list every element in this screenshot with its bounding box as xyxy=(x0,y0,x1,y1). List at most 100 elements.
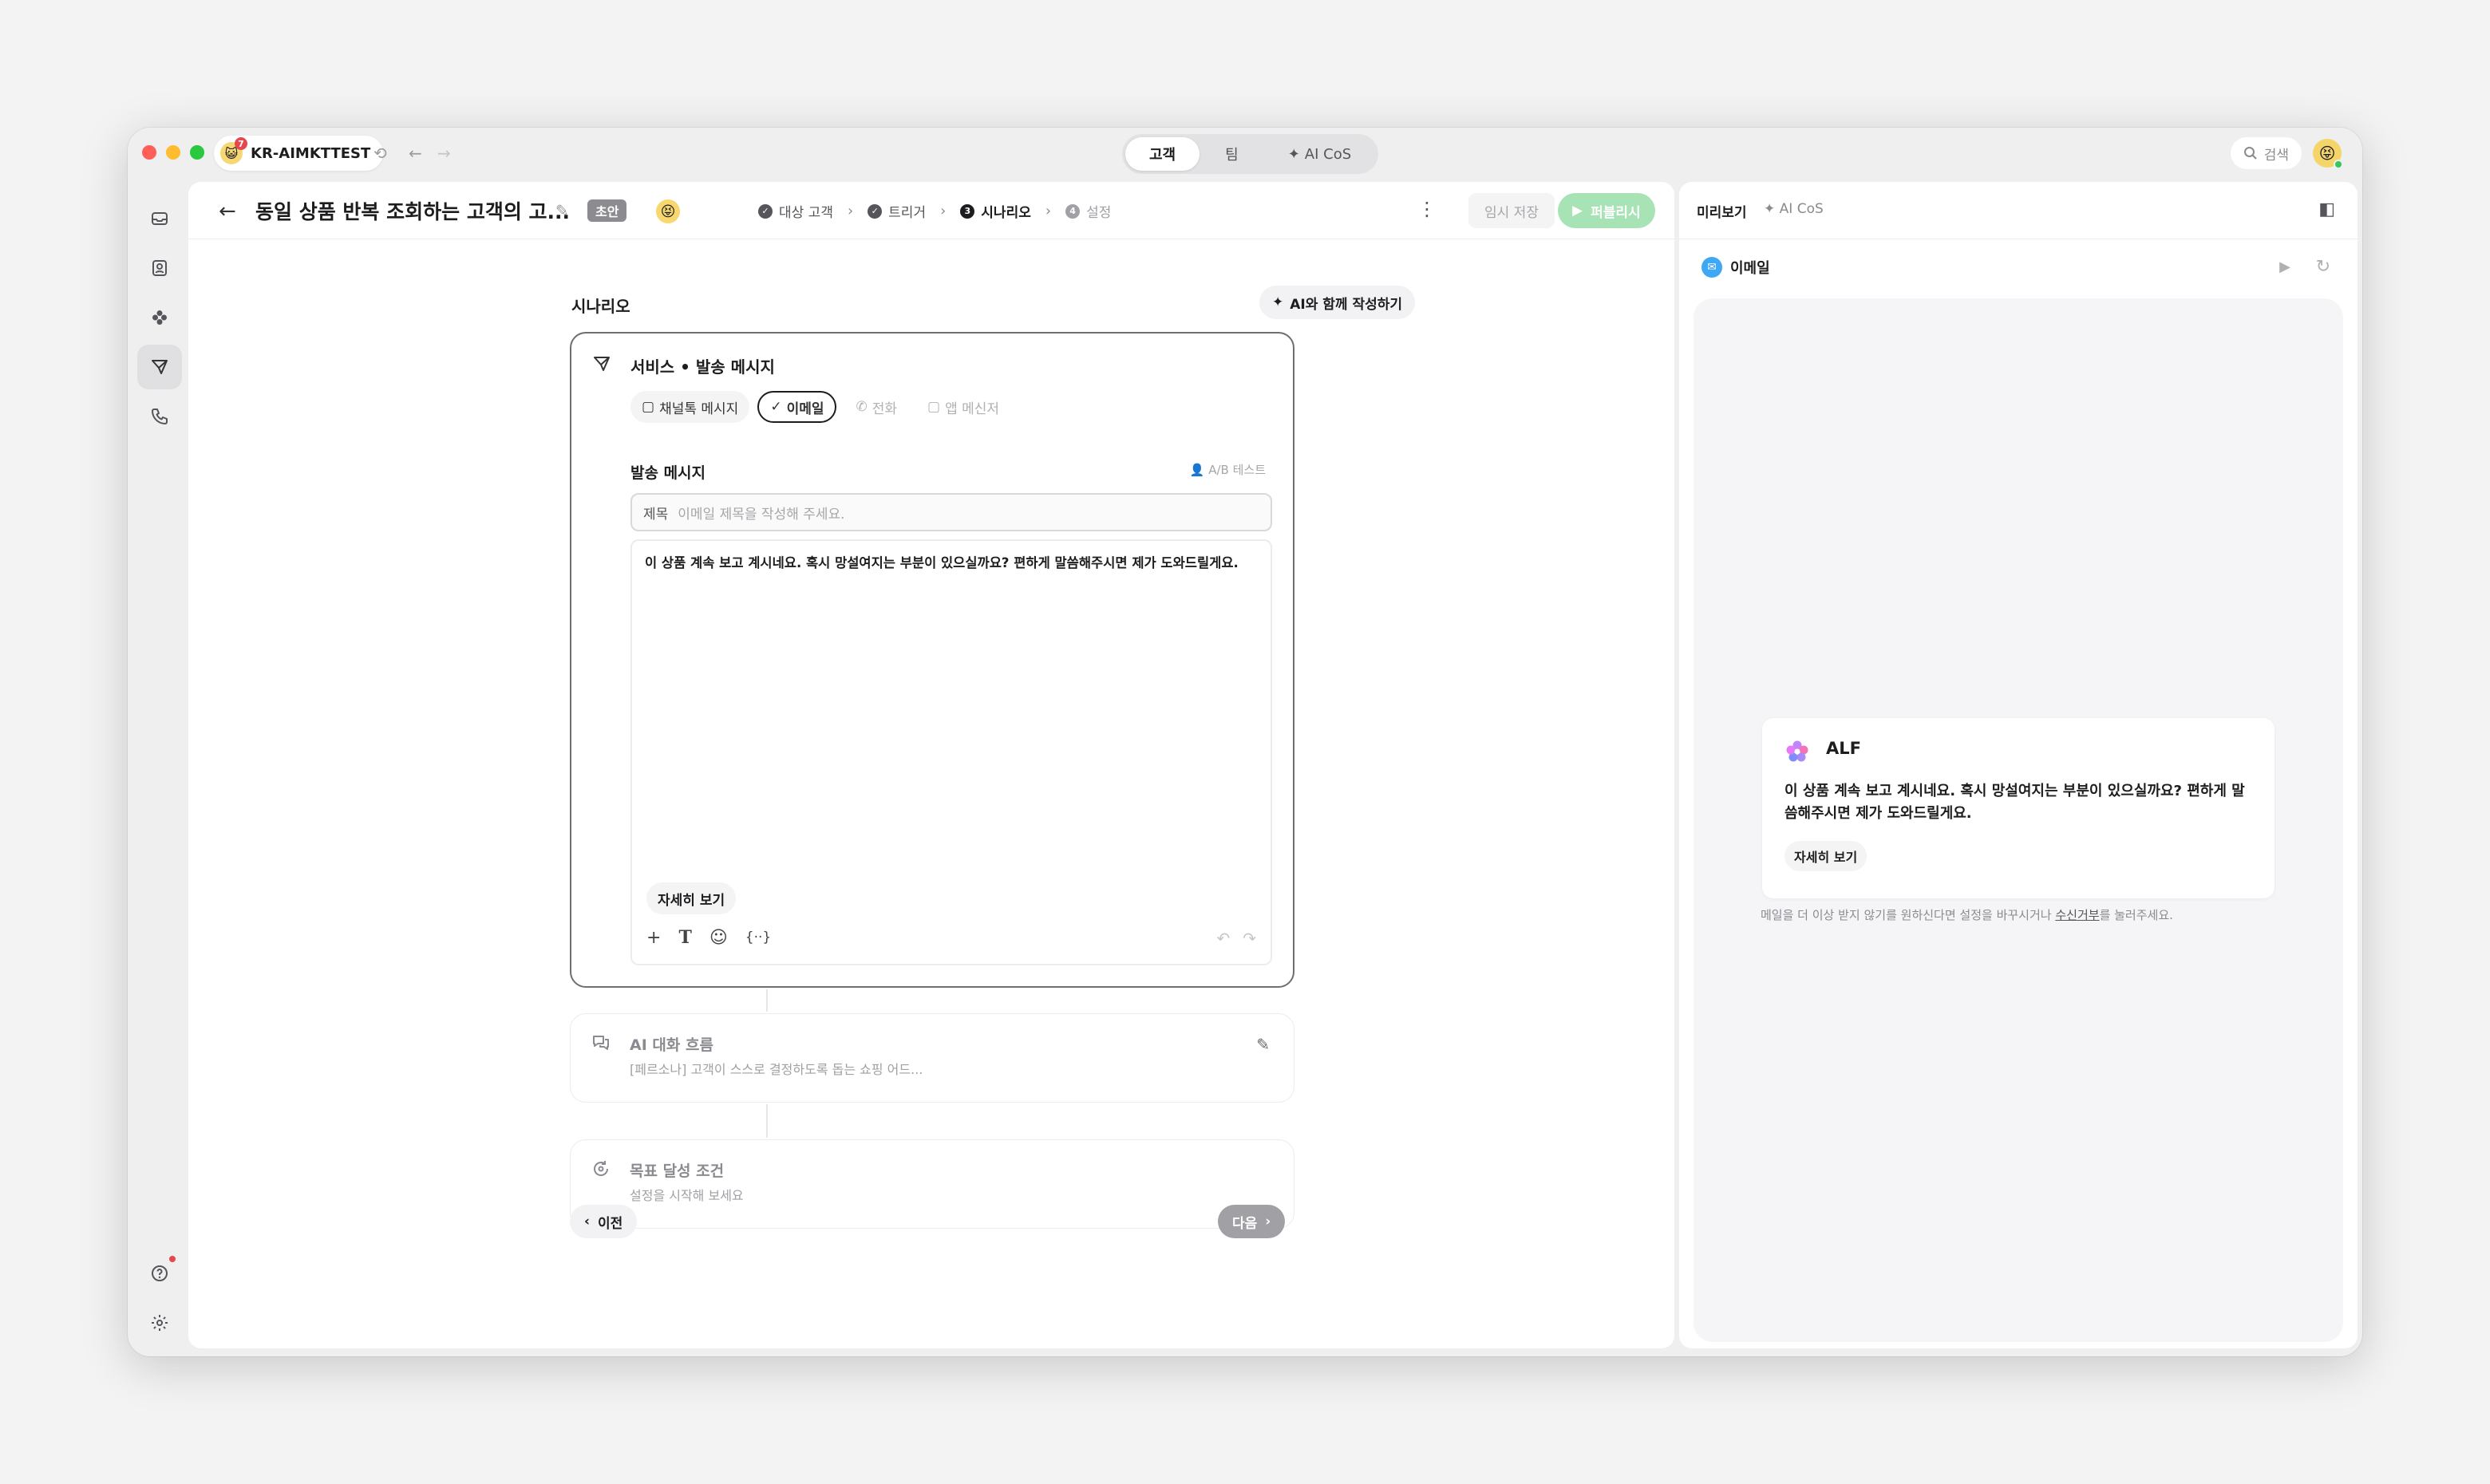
card-title: 서비스 • 발송 메시지 xyxy=(630,357,775,377)
sender-name: ALF xyxy=(1826,739,1861,758)
step-breadcrumb: ✓ 대상 고객 › ✓ 트리거 › 3 시나리오 › 4 설정 xyxy=(758,201,1111,221)
editor-header: ← 동일 상품 반복 조회하는 고객의 고... ✎ 초안 😝 ✓ 대상 고객 … xyxy=(188,182,1674,239)
temp-save-button[interactable]: 임시 저장 xyxy=(1468,193,1555,228)
phone-icon: ✆ xyxy=(856,399,868,415)
online-status-dot xyxy=(2334,160,2343,169)
goal-title: 목표 달성 조건 xyxy=(630,1162,725,1180)
maximize-window-button[interactable] xyxy=(190,145,204,160)
top-nav-tabs: 고객 팀 ✦ AI CoS xyxy=(1122,134,1379,174)
channel-chat-option[interactable]: ▢ 채널톡 메시지 xyxy=(630,391,750,423)
search-label: 검색 xyxy=(2263,147,2289,164)
workspace-switcher[interactable]: 😺 7 KR-AIMKTTEST xyxy=(214,136,384,171)
inbox-icon xyxy=(152,212,168,225)
channel-email-option[interactable]: ✓ 이메일 xyxy=(757,391,837,423)
chevron-right-icon: › xyxy=(847,203,854,219)
emoji-icon[interactable]: ☺ xyxy=(709,928,728,948)
add-icon[interactable]: + xyxy=(646,928,661,948)
step-label: 설정 xyxy=(1086,205,1112,221)
forward-arrow-icon[interactable]: → xyxy=(437,144,451,163)
next-button[interactable]: 다음 › xyxy=(1218,1205,1286,1238)
play-icon: ▶ xyxy=(1572,203,1583,219)
goal-subtitle: 설정을 시작해 보세요 xyxy=(630,1188,744,1203)
back-arrow-icon[interactable]: ← xyxy=(409,144,422,163)
ai-flow-card[interactable]: AI 대화 흐름 [페르소나] 고객이 스스로 결정하도록 돕는 쇼핑 어드..… xyxy=(570,1013,1294,1103)
email-subject-field[interactable]: 제목 이메일 제목을 작성해 주세요. xyxy=(630,493,1272,531)
unsubscribe-link[interactable]: 수신거부 xyxy=(2055,908,2099,922)
rail-alf[interactable] xyxy=(137,295,182,340)
email-body-editor[interactable]: 이 상품 계속 보고 계시네요. 혹시 망설여지는 부분이 있으실까요? 편하게… xyxy=(630,539,1272,965)
variable-icon[interactable]: {··} xyxy=(745,929,771,945)
more-options-icon[interactable]: ⋮ xyxy=(1417,198,1437,220)
email-body-text: 이 상품 계속 보고 계시네요. 혹시 망설여지는 부분이 있으실까요? 편하게… xyxy=(645,555,1239,570)
rail-settings[interactable] xyxy=(137,1300,182,1345)
step-label: 대상 고객 xyxy=(779,205,833,221)
back-button[interactable]: ← xyxy=(219,199,236,223)
tab-ai-cos[interactable]: ✦ AI CoS xyxy=(1264,137,1375,171)
step-trigger[interactable]: ✓ 트리거 xyxy=(868,201,926,221)
undo-icon[interactable]: ↶ xyxy=(1216,929,1230,948)
page-title: 동일 상품 반복 조회하는 고객의 고... xyxy=(255,200,571,223)
search-button[interactable]: 검색 xyxy=(2230,137,2302,169)
ai-flow-subtitle: [페르소나] 고객이 스스로 결정하도록 돕는 쇼핑 어드... xyxy=(630,1062,923,1077)
rail-help[interactable] xyxy=(137,1251,182,1296)
channel-selector: ▢ 채널톡 메시지 ✓ 이메일 ✆ 전화 ▢ 앱 메신저 xyxy=(630,391,1010,423)
unsub-prefix: 메일을 더 이상 받지 않기를 원하신다면 설정을 바꾸시거나 xyxy=(1761,908,2056,922)
edit-title-icon[interactable]: ✎ xyxy=(555,201,569,220)
send-icon xyxy=(152,360,168,374)
workspace-name: KR-AIMKTTEST xyxy=(251,144,371,162)
chat-bubble-icon: ▢ xyxy=(642,399,655,415)
goal-condition-card[interactable]: 목표 달성 조건 설정을 시작해 보세요 xyxy=(570,1139,1294,1229)
contact-card-icon xyxy=(152,260,167,276)
help-icon xyxy=(152,1265,168,1281)
target-refresh-icon xyxy=(591,1159,611,1183)
channel-label: 이메일 xyxy=(786,401,824,417)
chevron-right-icon: › xyxy=(940,203,947,219)
sparkle-icon: ✦ xyxy=(1287,145,1300,163)
rail-inbox[interactable] xyxy=(137,196,182,241)
step-settings[interactable]: 4 설정 xyxy=(1065,201,1111,221)
subject-placeholder: 이메일 제목을 작성해 주세요. xyxy=(678,506,845,523)
channel-phone-option[interactable]: ✆ 전화 xyxy=(844,391,908,423)
rail-calls[interactable] xyxy=(137,394,182,439)
editor-panel: ← 동일 상품 반복 조회하는 고객의 고... ✎ 초안 😝 ✓ 대상 고객 … xyxy=(188,182,1674,1348)
rail-campaigns[interactable] xyxy=(137,345,182,389)
check-icon: ✓ xyxy=(770,399,782,415)
tab-label: AI CoS xyxy=(1779,201,1824,217)
text-format-icon[interactable]: T xyxy=(678,927,691,948)
play-icon[interactable]: ▶ xyxy=(2279,259,2290,275)
history-icon[interactable]: ⟲ xyxy=(374,144,387,163)
close-window-button[interactable] xyxy=(142,145,156,160)
publish-label: 퍼블리시 xyxy=(1591,204,1641,221)
alf-logo-icon xyxy=(1786,740,1808,762)
step-number: 4 xyxy=(1065,203,1081,219)
preview-panel: 미리보기 ✦ AI CoS ◧ ✉ 이메일 ▶ ↻ ALF 이 상품 계속 보고… xyxy=(1679,182,2358,1348)
preview-channel-label: 이메일 xyxy=(1730,260,1770,277)
minimize-window-button[interactable] xyxy=(166,145,180,160)
redo-icon[interactable]: ↷ xyxy=(1243,929,1256,948)
channel-app-messenger-option[interactable]: ▢ 앱 메신저 xyxy=(916,391,1010,423)
app-window: 😺 7 KR-AIMKTTEST ⟲ ← → 고객 팀 ✦ AI CoS 검색 😝 xyxy=(128,128,2362,1356)
refresh-icon[interactable]: ↻ xyxy=(2316,257,2330,277)
ai-write-button[interactable]: ✦ AI와 함께 작성하기 xyxy=(1259,286,1416,319)
preview-detail-button[interactable]: 자세히 보기 xyxy=(1785,841,1868,871)
app-icon: ▢ xyxy=(927,399,941,415)
prev-button[interactable]: ‹ 이전 xyxy=(570,1205,638,1238)
step-scenario[interactable]: 3 시나리오 xyxy=(960,201,1031,221)
ai-flow-title: AI 대화 흐름 xyxy=(630,1036,713,1054)
tab-team[interactable]: 팀 xyxy=(1201,137,1263,171)
detail-button[interactable]: 자세히 보기 xyxy=(646,882,737,914)
ab-test-button[interactable]: 👤 A/B 테스트 xyxy=(1190,461,1266,478)
tab-customers[interactable]: 고객 xyxy=(1125,137,1200,171)
rail-contacts[interactable] xyxy=(137,246,182,290)
chat-bubbles-icon xyxy=(591,1033,611,1057)
publish-button[interactable]: ▶ 퍼블리시 xyxy=(1558,193,1655,228)
emoji-icon[interactable]: 😝 xyxy=(656,199,680,223)
step-target[interactable]: ✓ 대상 고객 xyxy=(758,201,833,221)
tab-preview[interactable]: 미리보기 xyxy=(1697,201,1747,221)
panel-toggle-icon[interactable]: ◧ xyxy=(2318,199,2335,219)
message-section-label: 발송 메시지 xyxy=(630,464,706,482)
section-title: 시나리오 xyxy=(571,297,630,316)
email-icon: ✉ xyxy=(1702,257,1722,278)
edit-icon[interactable]: ✎ xyxy=(1256,1035,1270,1054)
tab-ai-cos-preview[interactable]: ✦ AI CoS xyxy=(1764,201,1824,217)
